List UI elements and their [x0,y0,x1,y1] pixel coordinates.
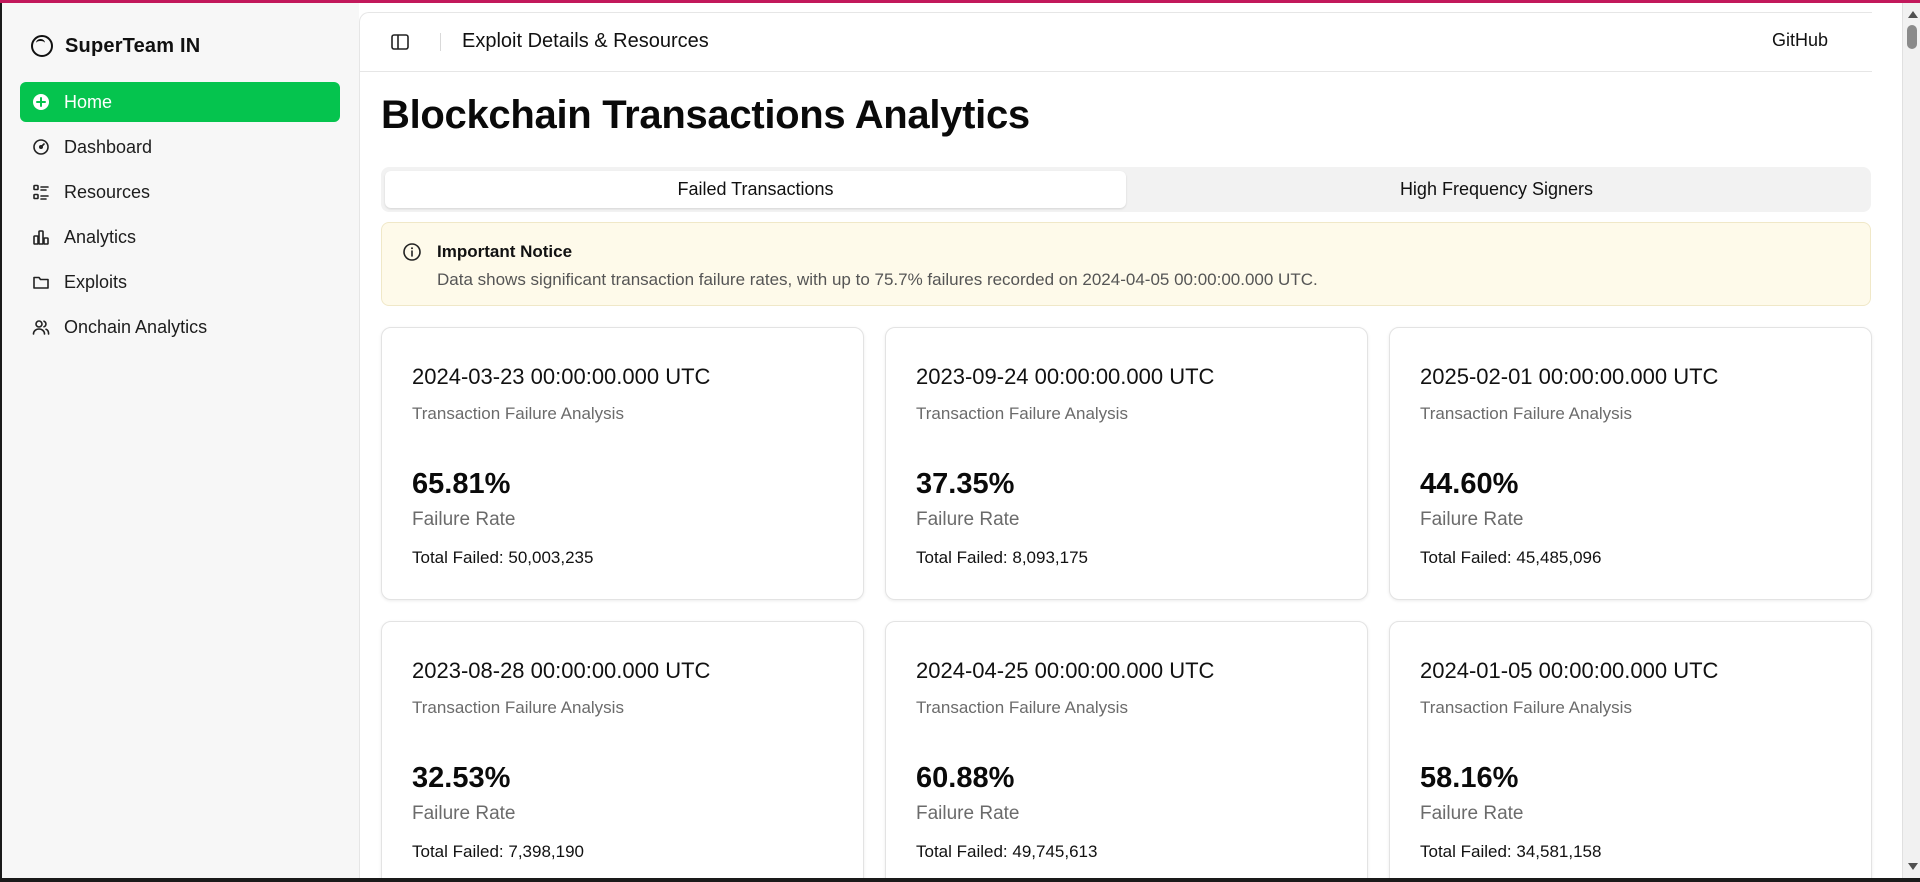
failure-card: 2024-04-25 00:00:00.000 UTC Transaction … [885,621,1368,882]
sidebar-item-home[interactable]: Home [20,82,340,122]
main-content: Exploit Details & Resources GitHub Block… [359,12,1872,882]
card-total-failed: Total Failed: 7,398,190 [412,842,585,861]
sidebar-item-analytics[interactable]: Analytics [20,217,340,257]
sidebar-item-label: Analytics [64,226,137,247]
card-date: 2024-04-25 00:00:00.000 UTC [916,658,1215,683]
card-subtitle: Transaction Failure Analysis [1420,404,1632,423]
card-total-failed: Total Failed: 45,485,096 [1420,548,1602,567]
card-failure-rate: 44.60% [1420,468,1519,500]
card-date: 2023-09-24 00:00:00.000 UTC [916,364,1215,389]
card-failure-rate: 65.81% [412,468,511,500]
card-subtitle: Transaction Failure Analysis [412,404,624,423]
scroll-down-arrow-icon[interactable] [1908,863,1918,870]
scroll-up-arrow-icon[interactable] [1908,11,1918,18]
card-failure-rate-label: Failure Rate [412,803,516,824]
failure-card: 2024-01-05 00:00:00.000 UTC Transaction … [1389,621,1872,882]
sidebar-toggle-icon[interactable] [389,31,411,53]
card-date: 2023-08-28 00:00:00.000 UTC [412,658,711,683]
users-icon [32,318,50,336]
brand-logo-icon [31,35,53,57]
card-failure-rate-label: Failure Rate [916,509,1020,530]
tab-list: Failed Transactions High Frequency Signe… [381,167,1871,212]
info-icon [402,242,422,262]
page-title: Blockchain Transactions Analytics [381,93,1030,137]
header-title: Exploit Details & Resources [462,30,709,52]
sidebar-item-label: Exploits [64,271,128,292]
card-subtitle: Transaction Failure Analysis [916,698,1128,717]
important-notice: Important Notice Data shows significant … [381,222,1871,306]
card-failure-rate-label: Failure Rate [916,803,1020,824]
scrollbar-thumb[interactable] [1907,25,1917,49]
card-subtitle: Transaction Failure Analysis [412,698,624,717]
card-failure-rate: 58.16% [1420,762,1519,794]
sidebar-item-label: Dashboard [64,136,153,157]
failure-card: 2024-03-23 00:00:00.000 UTC Transaction … [381,327,864,600]
sidebar-item-onchain-analytics[interactable]: Onchain Analytics [20,307,340,347]
sidebar-nav: Home Dashboard Resources Analytics Explo… [20,82,340,352]
plus-circle-icon [32,93,50,111]
window-frame-bottom [0,878,1920,882]
sidebar-item-exploits[interactable]: Exploits [20,262,340,302]
github-link[interactable]: GitHub [1772,30,1828,51]
sidebar-item-resources[interactable]: Resources [20,172,340,212]
gauge-icon [32,138,50,156]
sidebar: SuperTeam IN Home Dashboard Resources An… [2,3,359,878]
failure-card: 2023-08-28 00:00:00.000 UTC Transaction … [381,621,864,882]
page-scrollbar[interactable] [1902,3,1920,878]
top-bar: Exploit Details & Resources GitHub [360,13,1872,72]
folder-icon [32,273,50,291]
card-date: 2024-03-23 00:00:00.000 UTC [412,364,711,389]
notice-text: Data shows significant transaction failu… [437,270,1318,289]
card-failure-rate-label: Failure Rate [412,509,516,530]
sidebar-item-dashboard[interactable]: Dashboard [20,127,340,167]
card-failure-rate: 37.35% [916,468,1015,500]
sidebar-item-label: Onchain Analytics [64,316,208,337]
card-total-failed: Total Failed: 50,003,235 [412,548,594,567]
card-failure-rate: 60.88% [916,762,1015,794]
card-total-failed: Total Failed: 34,581,158 [1420,842,1602,861]
card-subtitle: Transaction Failure Analysis [916,404,1128,423]
card-total-failed: Total Failed: 49,745,613 [916,842,1098,861]
brand-name: SuperTeam IN [65,34,201,57]
topbar-divider [440,33,441,51]
tab-failed-transactions[interactable]: Failed Transactions [385,171,1126,208]
card-failure-rate: 32.53% [412,762,511,794]
notice-title: Important Notice [437,242,573,261]
failure-card: 2023-09-24 00:00:00.000 UTC Transaction … [885,327,1368,600]
sidebar-item-label: Resources [64,181,151,202]
sidebar-item-label: Home [64,91,113,112]
tab-high-frequency-signers[interactable]: High Frequency Signers [1126,171,1867,208]
bar-chart-icon [32,228,50,246]
card-subtitle: Transaction Failure Analysis [1420,698,1632,717]
list-icon [32,183,50,201]
card-date: 2025-02-01 00:00:00.000 UTC [1420,364,1719,389]
brand[interactable]: SuperTeam IN [31,31,200,61]
failure-card: 2025-02-01 00:00:00.000 UTC Transaction … [1389,327,1872,600]
card-failure-rate-label: Failure Rate [1420,803,1524,824]
failure-cards-grid: 2024-03-23 00:00:00.000 UTC Transaction … [381,327,1872,882]
card-date: 2024-01-05 00:00:00.000 UTC [1420,658,1719,683]
card-failure-rate-label: Failure Rate [1420,509,1524,530]
card-total-failed: Total Failed: 8,093,175 [916,548,1089,567]
